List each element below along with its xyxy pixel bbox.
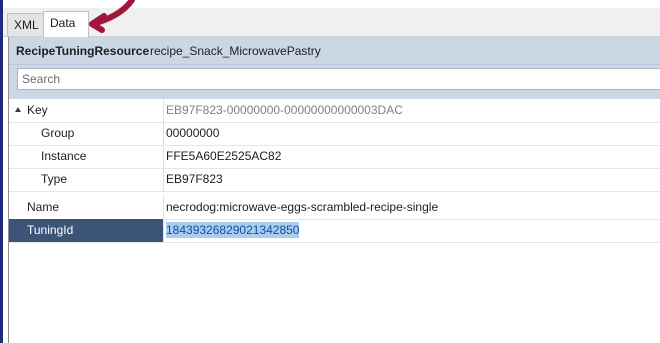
property-row-tuningid[interactable]: TuningId 18439326829021342850 xyxy=(9,219,660,243)
property-row-instance[interactable]: Instance FFE5A60E2525AC82 xyxy=(9,145,660,169)
annotation-arrow-icon xyxy=(89,0,135,33)
property-label-instance: Instance xyxy=(41,149,87,163)
resource-type-label: RecipeTuningResource xyxy=(16,44,150,58)
property-value-tuningid[interactable]: 18439326829021342850 xyxy=(166,222,300,238)
property-row-group[interactable]: Group 00000000 xyxy=(9,122,660,146)
window-left-border xyxy=(0,0,3,343)
resource-name-label: recipe_Snack_MicrowavePastry xyxy=(150,44,321,58)
property-value-type[interactable]: EB97F823 xyxy=(163,168,660,191)
property-value-tuningid-cell[interactable]: 18439326829021342850 xyxy=(163,219,660,242)
property-value-instance[interactable]: FFE5A60E2525AC82 xyxy=(163,145,660,168)
search-bar xyxy=(9,65,660,99)
property-row-key[interactable]: Key EB97F823-00000000-00000000000003DAC xyxy=(9,99,660,123)
property-value-group[interactable]: 00000000 xyxy=(163,122,660,145)
property-value-key: EB97F823-00000000-00000000000003DAC xyxy=(163,99,660,122)
search-input[interactable] xyxy=(17,68,660,90)
property-row-name[interactable]: Name necrodog:microwave-eggs-scrambled-r… xyxy=(9,196,660,220)
property-label-name: Name xyxy=(27,200,60,214)
resource-header: RecipeTuningResource recipe_Snack_Microw… xyxy=(9,37,660,65)
property-label-type: Type xyxy=(41,172,68,186)
collapse-triangle-icon[interactable] xyxy=(15,107,21,112)
property-label-tuningid: TuningId xyxy=(27,223,74,237)
property-grid-panel: RecipeTuningResource recipe_Snack_Microw… xyxy=(8,37,660,343)
property-row-type[interactable]: Type EB97F823 xyxy=(9,168,660,192)
property-label-group: Group xyxy=(41,126,75,140)
property-label-key: Key xyxy=(27,103,48,117)
property-value-name[interactable]: necrodog:microwave-eggs-scrambled-recipe… xyxy=(163,196,660,219)
